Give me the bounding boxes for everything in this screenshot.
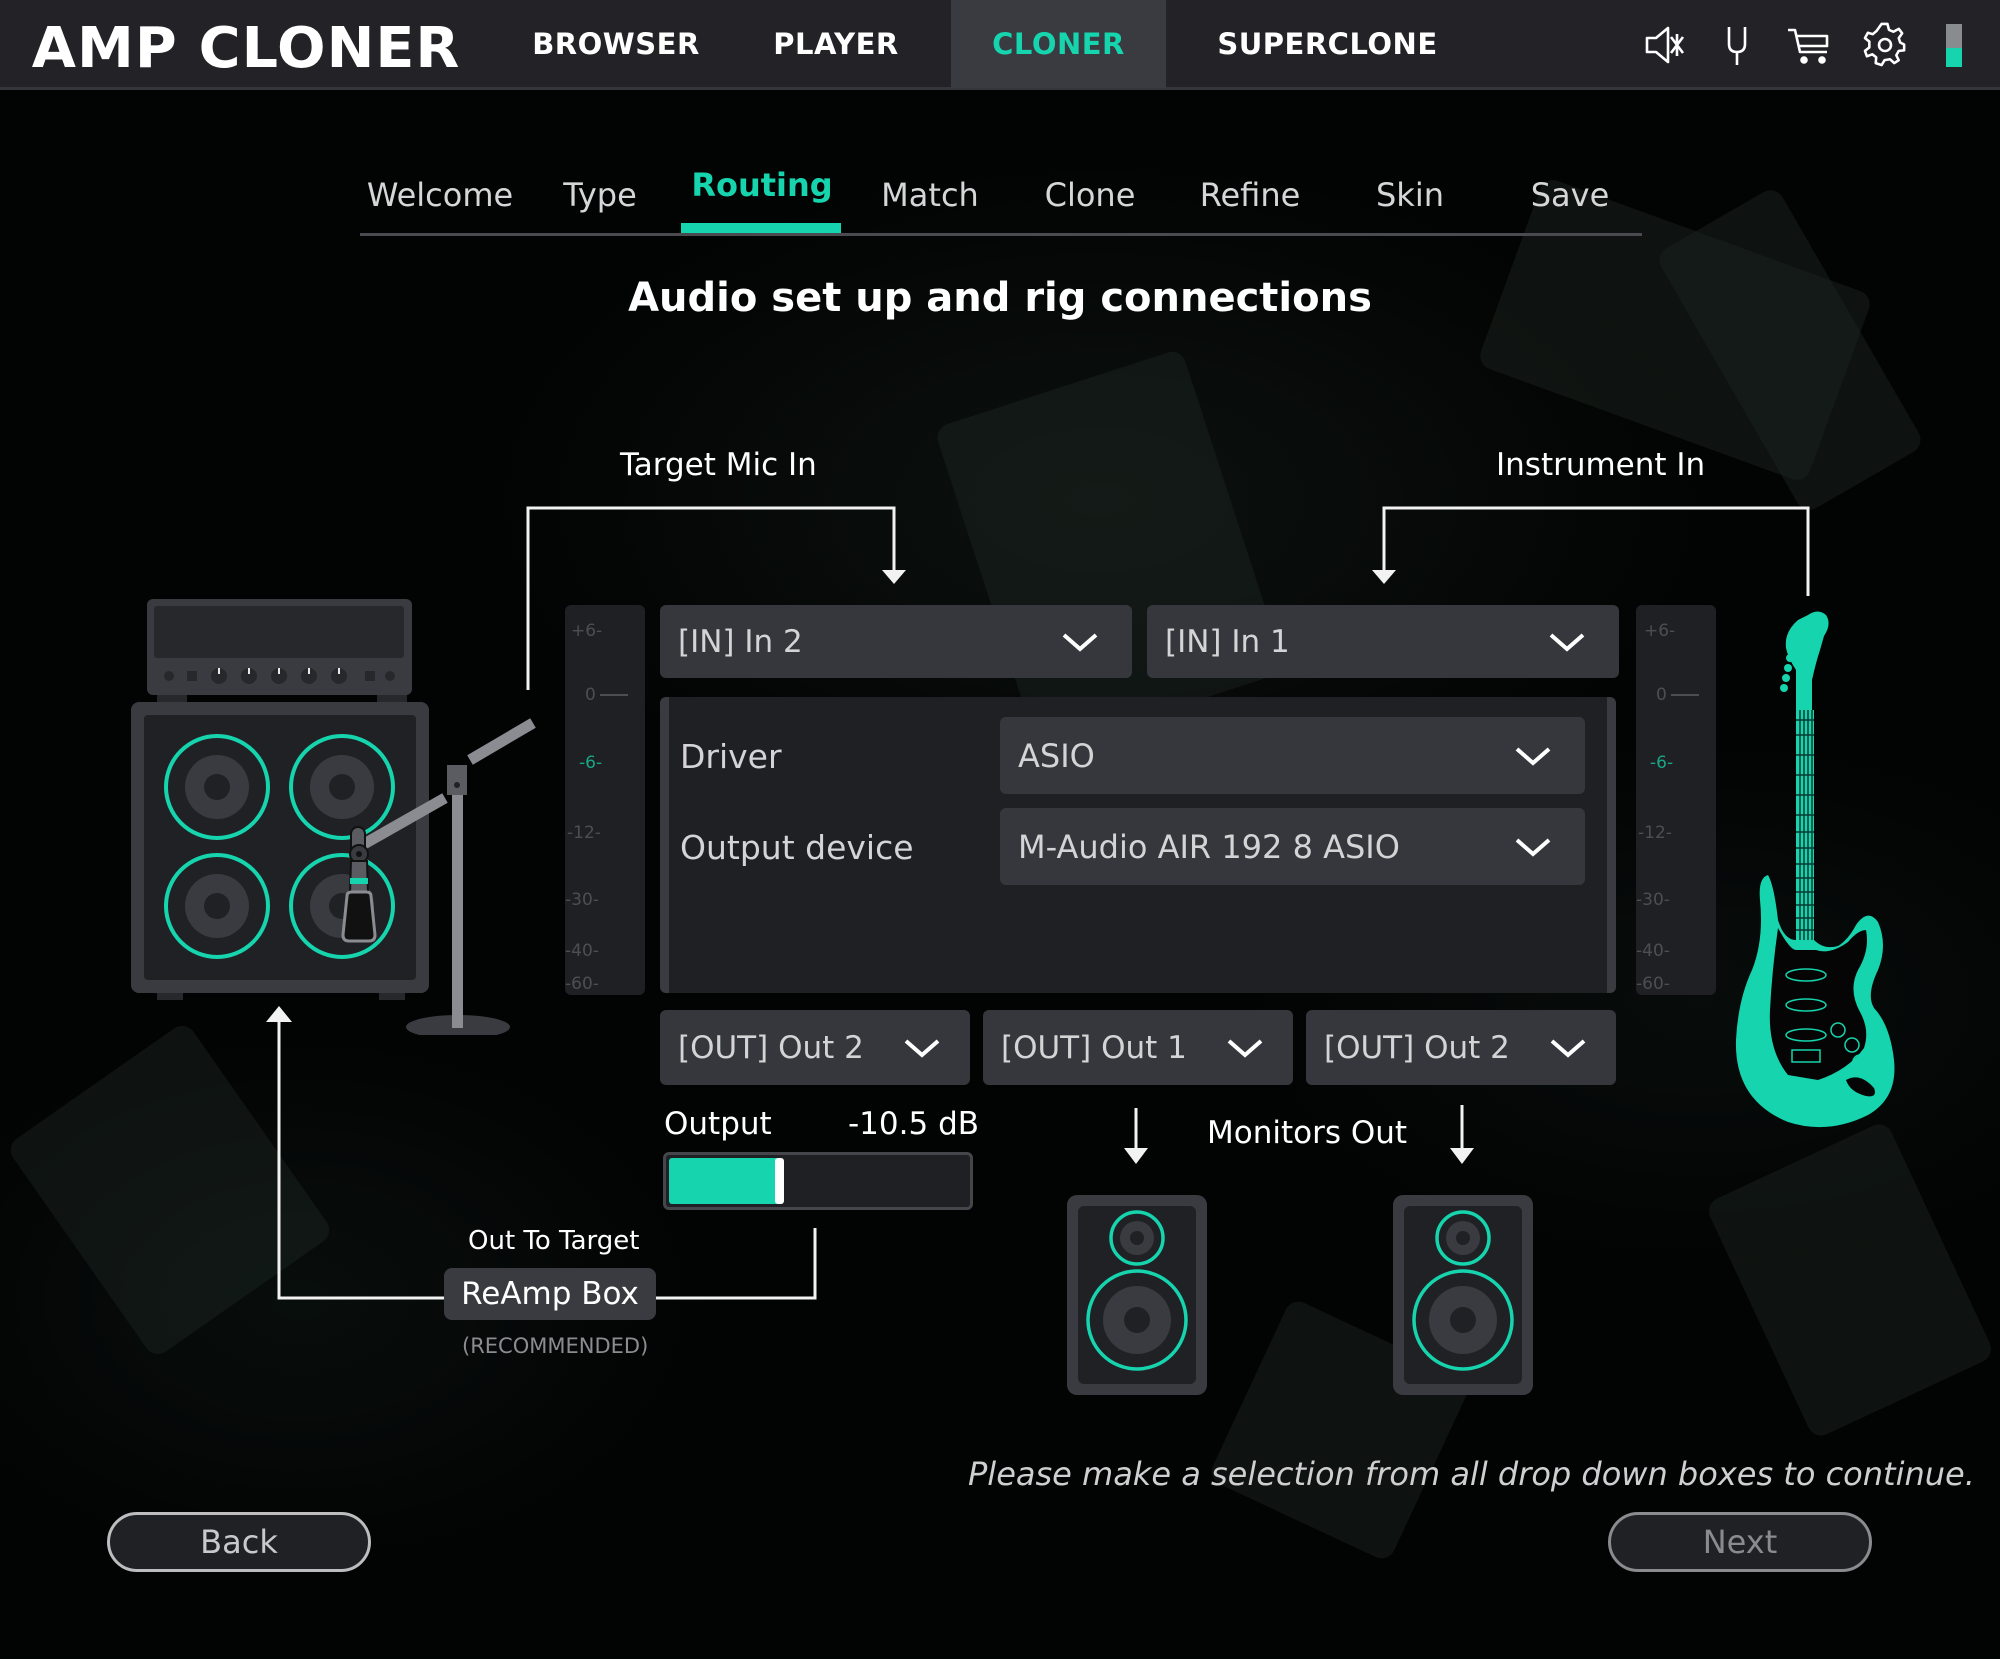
back-button[interactable]: Back: [107, 1512, 371, 1572]
mic-input-dropdown[interactable]: [IN] In 2: [660, 605, 1132, 678]
chevron-down-icon: [904, 1038, 940, 1058]
output-device-dropdown[interactable]: M-Audio AIR 192 8 ASIO: [1000, 808, 1585, 885]
driver-label: Driver: [680, 737, 782, 776]
arrow-down-icon: [1450, 1148, 1474, 1164]
speaker-mute-icon[interactable]: [1642, 22, 1688, 68]
monitor-right-output-value: [OUT] Out 2: [1324, 1029, 1510, 1066]
step-tab-skin[interactable]: Skin: [1340, 176, 1480, 214]
instrument-input-value: [IN] In 1: [1165, 623, 1290, 660]
meter-tick: -6-: [579, 753, 603, 773]
selection-hint: Please make a selection from all drop do…: [968, 1455, 1975, 1493]
arrow-down-icon: [1372, 570, 1396, 584]
arrow-down-icon: [1124, 1148, 1148, 1164]
target-output-value: [OUT] Out 2: [678, 1029, 864, 1066]
meter-tick: -40-: [565, 941, 599, 961]
driver-dropdown[interactable]: ASIO: [1000, 717, 1585, 794]
cart-icon[interactable]: [1786, 22, 1832, 68]
nav-tab-browser[interactable]: BROWSER: [520, 0, 712, 88]
output-device-value: M-Audio AIR 192 8 ASIO: [1018, 827, 1400, 866]
chevron-down-icon: [1550, 1038, 1586, 1058]
meter-tick: 0: [585, 685, 665, 705]
background-decoration: [933, 348, 1287, 752]
target-mic-in-label: Target Mic In: [620, 447, 817, 483]
step-tab-welcome[interactable]: Welcome: [360, 176, 520, 214]
meter-tick: -30-: [565, 890, 599, 910]
top-header: AMP CLONER BROWSER PLAYER CLONER SUPERCL…: [0, 0, 2000, 90]
mic-input-value: [IN] In 2: [678, 623, 803, 660]
chevron-down-icon: [1062, 632, 1098, 652]
output-device-label: Output device: [680, 828, 914, 867]
step-tab-save[interactable]: Save: [1500, 176, 1640, 214]
step-tab-match[interactable]: Match: [860, 176, 1000, 214]
arrow-down-icon: [882, 570, 906, 584]
nav-tab-player[interactable]: PLAYER: [740, 0, 932, 88]
app-logo[interactable]: AMP CLONER: [32, 16, 461, 81]
target-output-dropdown[interactable]: [OUT] Out 2: [660, 1010, 970, 1085]
chevron-down-icon: [1549, 632, 1585, 652]
input-meter-mic: +6- 0 -6- -12- -30- -40- -60-: [565, 605, 645, 995]
step-tab-clone[interactable]: Clone: [1020, 176, 1160, 214]
monitor-speaker-right: [1393, 1195, 1533, 1395]
chevron-down-icon: [1515, 746, 1551, 766]
instrument-input-dropdown[interactable]: [IN] In 1: [1147, 605, 1619, 678]
amp-stack-illustration: [131, 599, 536, 1035]
step-tab-refine[interactable]: Refine: [1180, 176, 1320, 214]
active-step-underline: [681, 223, 841, 233]
monitor-left-output-value: [OUT] Out 1: [1001, 1029, 1187, 1066]
monitor-left-output-dropdown[interactable]: [OUT] Out 1: [983, 1010, 1293, 1085]
master-level-fill: [1946, 47, 1962, 67]
output-level-fill: [669, 1158, 779, 1204]
reamp-box-badge: ReAmp Box: [444, 1268, 656, 1320]
app-root: AMP CLONER BROWSER PLAYER CLONER SUPERCL…: [0, 0, 2000, 1659]
out-to-target-label: Out To Target: [468, 1226, 640, 1256]
wire-reamp-to-amp: [277, 1020, 444, 1300]
meter-tick: -12-: [567, 823, 601, 843]
monitor-right-output-dropdown[interactable]: [OUT] Out 2: [1306, 1010, 1616, 1085]
monitors-out-label: Monitors Out: [1207, 1115, 1408, 1151]
next-button[interactable]: Next: [1608, 1512, 1872, 1572]
chevron-down-icon: [1227, 1038, 1263, 1058]
background-decoration: [5, 1020, 335, 1360]
tuning-fork-icon[interactable]: [1714, 22, 1760, 68]
meter-tick: -30-: [1636, 890, 1670, 910]
meter-tick: -60-: [565, 974, 599, 994]
gear-icon[interactable]: [1862, 22, 1908, 68]
instrument-in-label: Instrument In: [1496, 447, 1706, 483]
wire-output-to-reamp: [656, 1228, 817, 1300]
wire-guitar-to-input: [1382, 506, 1810, 596]
meter-tick: -40-: [1636, 941, 1670, 961]
input-meter-instrument: +6- 0 -6- -12- -30- -40- -60-: [1636, 605, 1716, 995]
meter-tick: -60-: [1636, 974, 1670, 994]
page-title: Audio set up and rig connections: [628, 275, 1372, 321]
nav-tab-cloner[interactable]: CLONER: [951, 0, 1166, 88]
meter-tick: -12-: [1638, 823, 1672, 843]
step-tab-routing[interactable]: Routing: [682, 166, 842, 204]
wizard-steps: Welcome Type Routing Match Clone Refine …: [360, 160, 1642, 236]
chevron-down-icon: [1515, 837, 1551, 857]
meter-tick: +6-: [571, 621, 603, 641]
master-level-meter: [1946, 24, 1962, 67]
guitar-illustration: [1735, 611, 1895, 1128]
output-level-slider[interactable]: [663, 1152, 973, 1210]
nav-tab-superclone[interactable]: SUPERCLONE: [1200, 0, 1455, 88]
background-decoration: [1704, 1119, 1996, 1441]
output-level-thumb[interactable]: [775, 1158, 784, 1204]
output-level-value: -10.5 dB: [848, 1106, 980, 1142]
driver-value: ASIO: [1018, 736, 1095, 775]
monitor-speaker-left: [1067, 1195, 1207, 1395]
step-tab-type[interactable]: Type: [540, 176, 660, 214]
recommended-label: (RECOMMENDED): [462, 1334, 649, 1358]
output-level-label: Output: [664, 1106, 772, 1142]
